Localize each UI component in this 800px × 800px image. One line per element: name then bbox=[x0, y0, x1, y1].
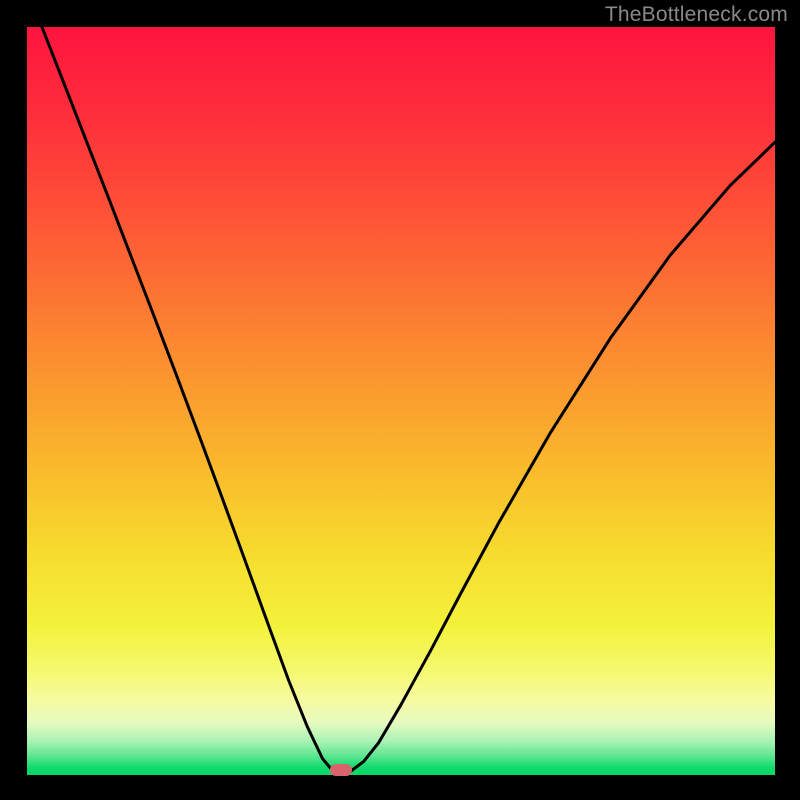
chart-frame bbox=[27, 27, 775, 775]
minimum-marker bbox=[330, 764, 352, 776]
bottleneck-curve bbox=[27, 27, 775, 775]
watermark-text: TheBottleneck.com bbox=[605, 3, 788, 27]
